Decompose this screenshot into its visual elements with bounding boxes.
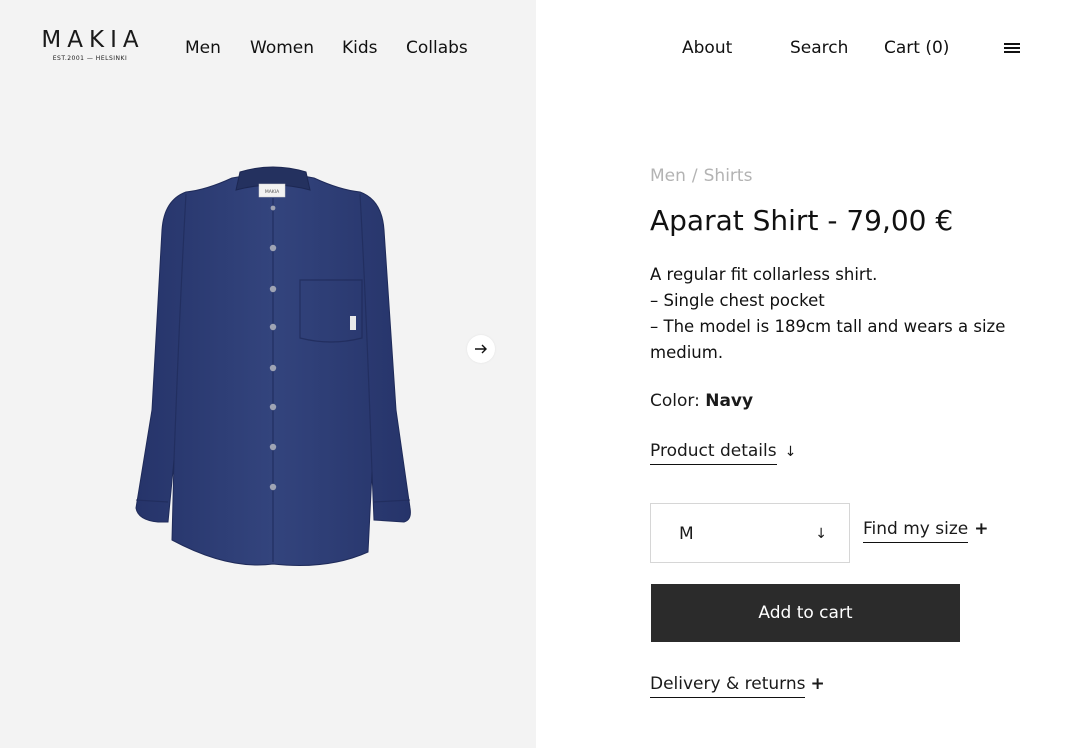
- description-line: – The model is 189cm tall and wears a si…: [650, 317, 1006, 336]
- product-details-toggle[interactable]: Product details ↓: [650, 440, 797, 465]
- size-select[interactable]: M ↓: [650, 503, 850, 563]
- breadcrumb: Men / Shirts: [650, 166, 752, 186]
- size-select-value: M: [679, 524, 694, 544]
- nav-link-kids[interactable]: Kids: [342, 38, 378, 58]
- product-details-label: Product details: [650, 441, 777, 465]
- delivery-returns-label: Delivery & returns: [650, 674, 806, 698]
- add-to-cart-button[interactable]: Add to cart: [651, 584, 960, 642]
- find-my-size-label: Find my size: [863, 519, 969, 543]
- nav-link-about[interactable]: About: [682, 38, 732, 58]
- plus-icon: +: [810, 674, 825, 694]
- logo-tagline: EST.2001 — HELSINKI: [52, 55, 128, 62]
- color-label: Color:: [650, 391, 700, 411]
- nav-link-collabs[interactable]: Collabs: [406, 38, 468, 58]
- color-value: Navy: [705, 391, 754, 411]
- description-line: A regular fit collarless shirt.: [650, 265, 878, 284]
- plus-icon: +: [974, 519, 989, 539]
- nav-link-search[interactable]: Search: [790, 38, 848, 58]
- breadcrumb-separator: /: [691, 166, 698, 186]
- nav-link-men[interactable]: Men: [185, 38, 221, 58]
- description-line: medium.: [650, 343, 724, 362]
- brand-logo[interactable]: MAKIA EST.2001 — HELSINKI: [34, 28, 146, 63]
- arrow-right-icon: [475, 344, 487, 354]
- product-title: Aparat Shirt - 79,00 €: [650, 204, 954, 237]
- nav-link-cart[interactable]: Cart (0): [884, 38, 949, 58]
- breadcrumb-men[interactable]: Men: [650, 166, 686, 186]
- menu-icon[interactable]: [1004, 43, 1020, 55]
- product-description: A regular fit collarless shirt. – Single…: [650, 262, 1020, 366]
- delivery-returns-toggle[interactable]: Delivery & returns +: [650, 673, 825, 698]
- logo-wordmark: MAKIA: [41, 27, 145, 53]
- find-my-size-link[interactable]: Find my size +: [863, 518, 989, 543]
- arrow-down-icon: ↓: [784, 444, 797, 460]
- arrow-down-icon: ↓: [815, 526, 827, 542]
- collar-label-text: MAKIA: [265, 189, 280, 195]
- shirt-illustration: MAKIA: [135, 166, 411, 566]
- color-info: Color: Navy: [650, 390, 753, 412]
- nav-link-women[interactable]: Women: [250, 38, 314, 58]
- product-image[interactable]: MAKIA: [128, 160, 418, 570]
- breadcrumb-shirts[interactable]: Shirts: [704, 166, 753, 186]
- description-line: – Single chest pocket: [650, 291, 825, 310]
- next-image-button[interactable]: [467, 335, 495, 363]
